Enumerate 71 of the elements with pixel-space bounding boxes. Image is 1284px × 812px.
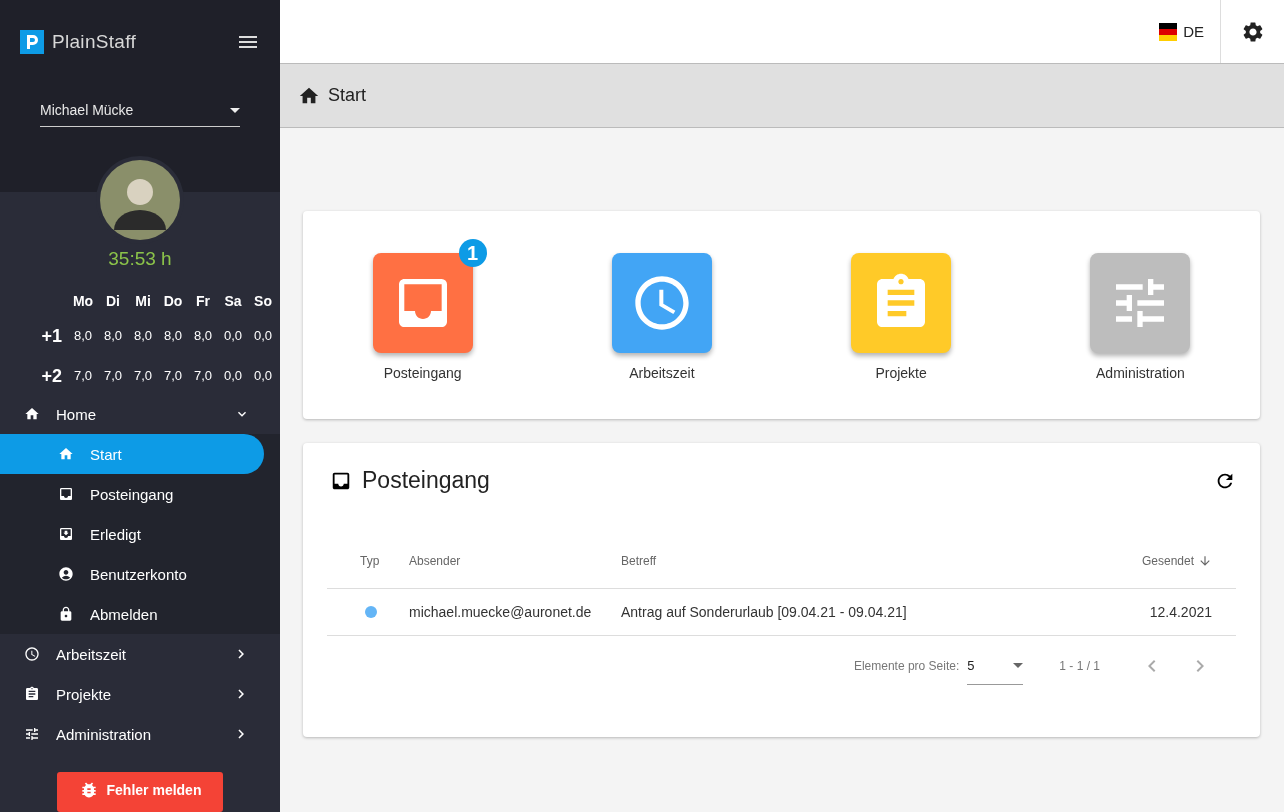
dropdown-arrow-icon bbox=[230, 107, 240, 113]
hours-total: 35:53 h bbox=[107, 248, 173, 270]
nav-subitem[interactable]: Abmelden bbox=[0, 594, 264, 634]
account-icon bbox=[58, 566, 74, 582]
count-badge: 1 bbox=[458, 239, 487, 267]
tile-label: Administration bbox=[1096, 365, 1185, 381]
user-select[interactable]: Michael Mücke bbox=[40, 102, 240, 127]
hours-value: 0,0 bbox=[253, 367, 273, 385]
hours-value: 8,0 bbox=[133, 327, 153, 345]
week-label: +1 bbox=[41, 325, 63, 348]
hours-value: 7,0 bbox=[133, 367, 153, 385]
page-size-label: Elemente pro Seite: bbox=[853, 659, 960, 673]
app-title: PlainStaff bbox=[52, 31, 137, 53]
nav-item[interactable]: Projekte bbox=[0, 674, 280, 714]
nav-item[interactable]: Arbeitszeit bbox=[0, 634, 280, 674]
weekday-label: Sa bbox=[224, 292, 242, 311]
nav-item[interactable]: Administration bbox=[0, 714, 280, 754]
weekday-label: Fr bbox=[196, 292, 210, 311]
week-label: +2 bbox=[41, 365, 63, 388]
dropdown-arrow-icon bbox=[1013, 663, 1024, 668]
page-size-select[interactable]: 5 bbox=[967, 647, 1024, 685]
hours-value: 8,0 bbox=[103, 327, 123, 345]
nav-subitem[interactable]: Erledigt bbox=[0, 514, 264, 554]
clock-icon bbox=[24, 646, 40, 662]
logo-icon bbox=[20, 30, 44, 54]
column-header[interactable]: Absender bbox=[409, 534, 621, 589]
avatar-icon bbox=[100, 160, 180, 240]
tile-button[interactable] bbox=[611, 253, 712, 353]
hours-value: 0,0 bbox=[253, 327, 273, 345]
hours-value: 0,0 bbox=[223, 367, 243, 385]
column-header[interactable]: Betreff bbox=[621, 534, 1096, 589]
home-icon bbox=[58, 446, 74, 462]
table-cell: Antrag auf Sonderurlaub [09.04.21 - 09.04.21] bbox=[621, 589, 1096, 636]
language-button[interactable]: DE bbox=[1143, 0, 1220, 63]
weekday-label: Do bbox=[163, 292, 183, 311]
tile-button[interactable] bbox=[1090, 253, 1191, 353]
nav-subitem[interactable]: Posteingang bbox=[0, 474, 264, 514]
home-icon bbox=[24, 406, 40, 422]
flag-icon bbox=[1159, 22, 1178, 41]
lock-icon bbox=[58, 606, 74, 622]
table-cell: michael.muecke@auronet.de bbox=[409, 589, 621, 636]
tile-button[interactable] bbox=[851, 253, 952, 353]
column-header[interactable]: Typ bbox=[327, 534, 409, 589]
weekday-label: Di bbox=[106, 292, 120, 311]
weekday-label: Mi bbox=[135, 292, 151, 311]
card-title: Posteingang bbox=[362, 467, 491, 494]
nav-subitem[interactable]: Benutzerkonto bbox=[0, 554, 264, 594]
hours-value: 8,0 bbox=[73, 327, 93, 345]
hours-value: 8,0 bbox=[193, 327, 213, 345]
weekday-label: So bbox=[254, 292, 272, 311]
hours-value: 7,0 bbox=[193, 367, 213, 385]
tile-label: Arbeitszeit bbox=[629, 365, 695, 381]
inbox-icon bbox=[58, 486, 74, 502]
clipboard-icon bbox=[24, 686, 40, 702]
hours-value: 8,0 bbox=[163, 327, 183, 345]
report-bug-button[interactable]: Fehler melden bbox=[56, 772, 224, 812]
tile-label: Projekte bbox=[875, 365, 927, 381]
breadcrumb: Start bbox=[328, 85, 366, 106]
table-cell: 12.4.2021 bbox=[1096, 589, 1236, 636]
hours-value: 7,0 bbox=[73, 367, 93, 385]
inbox-arrow-icon bbox=[58, 526, 74, 542]
sliders-icon bbox=[24, 726, 40, 742]
page-range: 1 - 1 / 1 bbox=[1059, 659, 1100, 673]
hours-value: 7,0 bbox=[103, 367, 123, 385]
tile-label: Posteingang bbox=[383, 365, 462, 381]
hours-value: 0,0 bbox=[223, 327, 243, 345]
hours-value: 7,0 bbox=[163, 367, 183, 385]
weekday-label: Mo bbox=[72, 292, 94, 311]
nav-item[interactable]: Home bbox=[0, 394, 280, 434]
sort-arrow-icon bbox=[1198, 554, 1212, 568]
column-header[interactable]: Gesendet bbox=[1096, 534, 1236, 589]
